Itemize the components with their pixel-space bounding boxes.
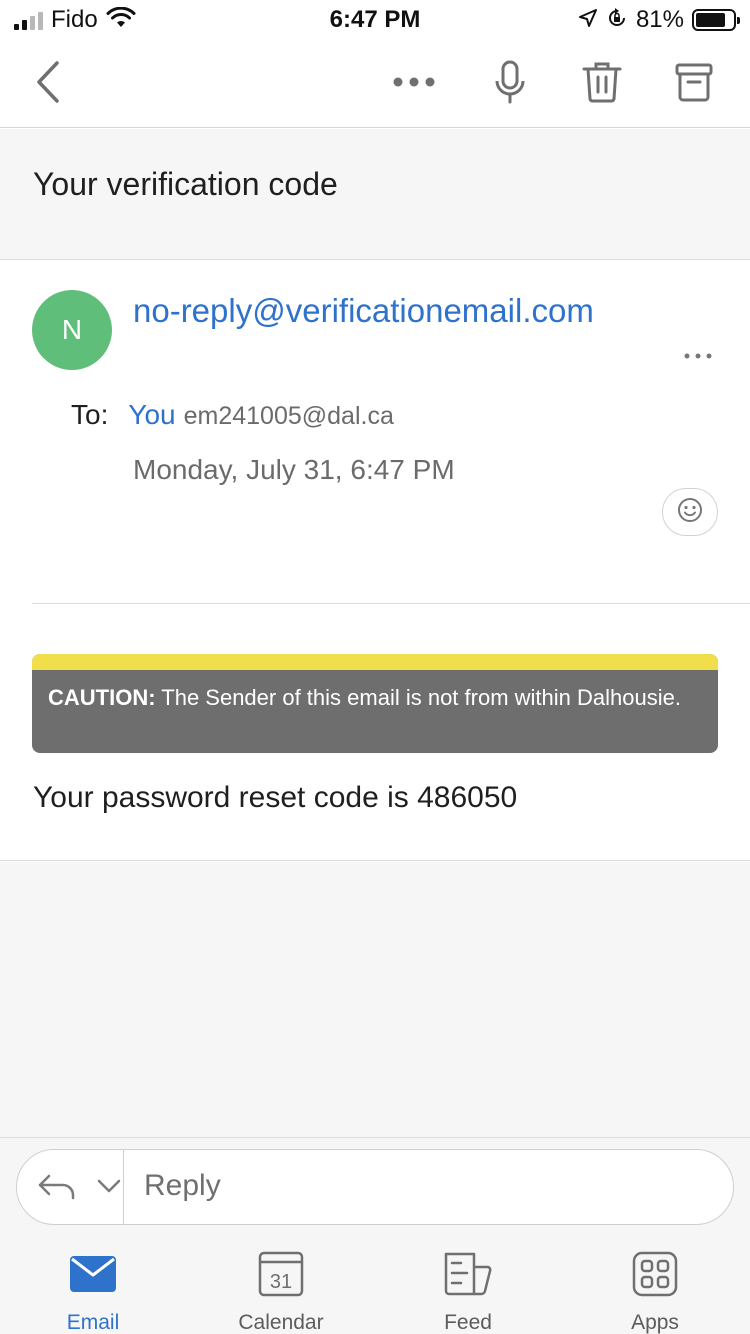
calendar-icon-day: 31 — [270, 1271, 292, 1293]
sender-address[interactable]: no-reply@verificationemail.com — [133, 292, 594, 330]
reply-options-button[interactable] — [37, 1166, 121, 1210]
to-label: To: — [71, 399, 109, 430]
location-icon — [578, 8, 598, 33]
trash-icon — [582, 61, 622, 108]
back-chevron-icon — [33, 60, 63, 109]
status-right: 81% — [578, 6, 740, 34]
empty-space — [0, 862, 750, 1137]
email-subject: Your verification code — [33, 166, 338, 202]
caution-message: The Sender of this email is not from wit… — [161, 685, 681, 710]
reply-bar[interactable]: Reply — [16, 1149, 734, 1225]
feed-icon — [443, 1248, 493, 1299]
tab-email[interactable]: Email — [33, 1242, 153, 1334]
message-card: N no-reply@verificationemail.com To: You… — [0, 261, 750, 861]
tab-email-label: Email — [66, 1311, 120, 1334]
caution-banner: CAUTION: The Sender of this email is not… — [32, 654, 718, 753]
smiley-icon — [677, 497, 703, 528]
message-body: Your password reset code is 486050 — [33, 781, 518, 814]
more-icon — [392, 75, 436, 93]
tab-feed-label: Feed — [444, 1311, 492, 1334]
recipients-row: To: You em241005@dal.ca — [71, 399, 394, 431]
dictation-button[interactable] — [484, 58, 536, 110]
subject-header: Your verification code — [0, 129, 750, 260]
header-divider — [32, 603, 750, 604]
battery-percent: 81% — [635, 6, 684, 33]
delete-button[interactable] — [576, 58, 628, 110]
mail-icon — [69, 1248, 117, 1299]
recipient-name[interactable]: You — [128, 399, 175, 431]
back-button[interactable] — [22, 58, 74, 110]
calendar-icon: 31 — [258, 1248, 304, 1299]
archive-icon — [675, 62, 713, 107]
rotation-lock-icon — [606, 7, 628, 34]
reply-input[interactable]: Reply — [144, 1169, 221, 1203]
message-toolbar — [0, 40, 750, 128]
tab-calendar[interactable]: 31 Calendar — [221, 1242, 341, 1334]
tab-feed[interactable]: Feed — [408, 1242, 528, 1334]
sender-avatar[interactable]: N — [32, 290, 112, 370]
bottom-area: Reply Email 31 Calendar Feed Apps — [0, 1137, 750, 1334]
tab-apps[interactable]: Apps — [595, 1242, 715, 1334]
tab-bar: Email 31 Calendar Feed Apps — [0, 1242, 750, 1334]
apps-icon — [632, 1248, 678, 1299]
reply-arrow-icon — [37, 1172, 77, 1205]
chevron-down-icon — [97, 1179, 121, 1198]
tab-calendar-label: Calendar — [238, 1311, 324, 1334]
message-date: Monday, July 31, 6:47 PM — [133, 454, 455, 485]
microphone-icon — [494, 60, 526, 109]
status-bar: Fido 6:47 PM 81% — [0, 0, 750, 40]
archive-button[interactable] — [668, 58, 720, 110]
more-icon — [684, 346, 712, 364]
caution-text: CAUTION: The Sender of this email is not… — [32, 670, 718, 714]
more-button[interactable] — [388, 58, 440, 110]
message-more-button[interactable] — [678, 345, 718, 365]
battery-icon — [692, 9, 740, 31]
tab-apps-label: Apps — [631, 1311, 679, 1334]
caution-label: CAUTION: — [48, 685, 156, 710]
reaction-button[interactable] — [662, 488, 718, 536]
recipient-email: em241005@dal.ca — [183, 402, 394, 430]
caution-stripe — [32, 654, 718, 670]
reply-separator — [123, 1150, 124, 1224]
